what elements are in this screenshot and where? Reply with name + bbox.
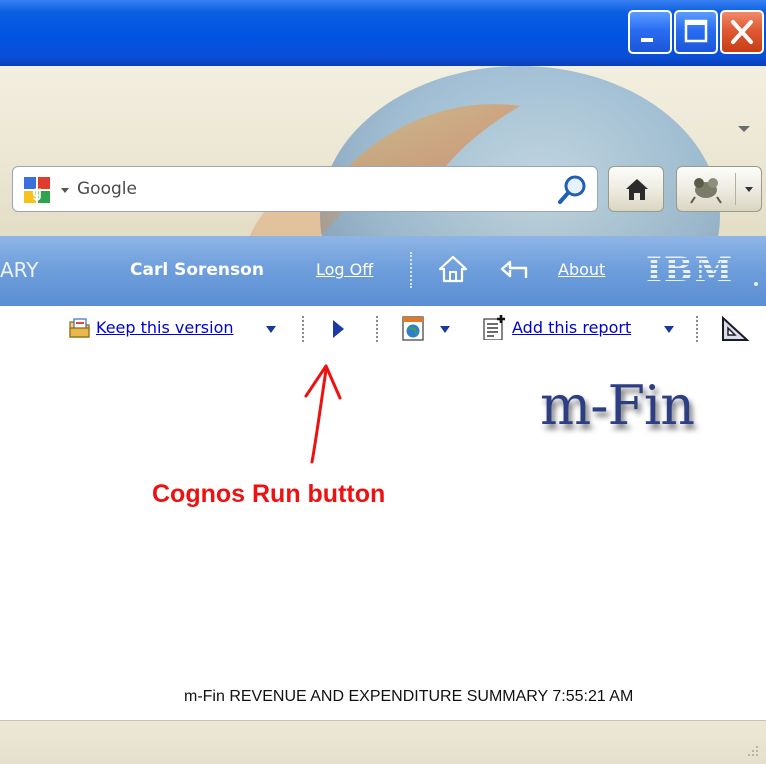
keep-version-dropdown-icon[interactable] bbox=[266, 326, 276, 333]
svg-text:g: g bbox=[32, 184, 42, 201]
mfin-logo: m-Fin bbox=[540, 374, 695, 437]
toolbar-separator bbox=[696, 316, 698, 342]
logoff-link[interactable]: Log Off bbox=[316, 260, 373, 279]
minimize-button[interactable] bbox=[628, 10, 672, 54]
report-toolbar: Keep this version Add this report bbox=[0, 306, 766, 350]
return-icon[interactable] bbox=[500, 256, 530, 284]
maximize-icon bbox=[684, 19, 708, 43]
annotation-arrow-icon bbox=[304, 364, 342, 464]
status-bar bbox=[0, 720, 766, 764]
about-link[interactable]: About bbox=[558, 260, 605, 279]
annotation-label: Cognos Run button bbox=[152, 480, 386, 508]
keep-version-icon[interactable] bbox=[68, 316, 92, 342]
engine-dropdown-icon[interactable] bbox=[61, 188, 69, 193]
addon-separator bbox=[735, 173, 736, 205]
minimize-icon bbox=[641, 38, 653, 42]
cognos-header: ARY Carl Sorenson Log Off About IBM bbox=[0, 236, 766, 306]
magnifier-icon[interactable] bbox=[555, 173, 589, 207]
report-title-line: m-Fin REVENUE AND EXPENDITURE SUMMARY 7:… bbox=[184, 688, 634, 705]
ibm-logo: IBM bbox=[646, 250, 735, 290]
toolbar-separator bbox=[302, 316, 304, 342]
header-separator bbox=[410, 252, 412, 288]
addon-dropdown-icon[interactable] bbox=[745, 187, 753, 192]
add-report-icon[interactable] bbox=[482, 314, 508, 340]
browser-toolbar: g Google bbox=[0, 66, 766, 236]
user-name: Carl Sorenson bbox=[130, 260, 264, 280]
home-icon[interactable] bbox=[438, 254, 468, 284]
search-placeholder: Google bbox=[77, 179, 137, 199]
view-format-icon[interactable] bbox=[402, 316, 426, 342]
google-logo-icon[interactable]: g bbox=[23, 176, 51, 204]
search-input[interactable]: g Google bbox=[12, 166, 598, 212]
addon-icon bbox=[690, 178, 722, 204]
window-titlebar bbox=[0, 0, 766, 66]
addon-button[interactable] bbox=[676, 166, 762, 212]
ibm-logo-dot bbox=[754, 282, 758, 286]
add-report-dropdown-icon[interactable] bbox=[664, 326, 674, 333]
home-icon bbox=[626, 179, 648, 200]
run-icon[interactable] bbox=[330, 318, 346, 344]
close-button[interactable] bbox=[720, 10, 764, 54]
view-format-dropdown-icon[interactable] bbox=[440, 326, 450, 333]
keep-version-link[interactable]: Keep this version bbox=[96, 318, 234, 344]
toolbar-separator bbox=[376, 316, 378, 342]
resize-grip-icon[interactable] bbox=[744, 742, 760, 758]
browser-home-button[interactable] bbox=[608, 166, 664, 212]
add-report-link[interactable]: Add this report bbox=[512, 318, 631, 344]
page-title: ARY bbox=[0, 258, 39, 282]
maximize-button[interactable] bbox=[674, 10, 718, 54]
set-square-icon[interactable] bbox=[720, 316, 750, 342]
chevron-down-icon[interactable] bbox=[738, 126, 750, 132]
close-icon bbox=[731, 20, 753, 44]
